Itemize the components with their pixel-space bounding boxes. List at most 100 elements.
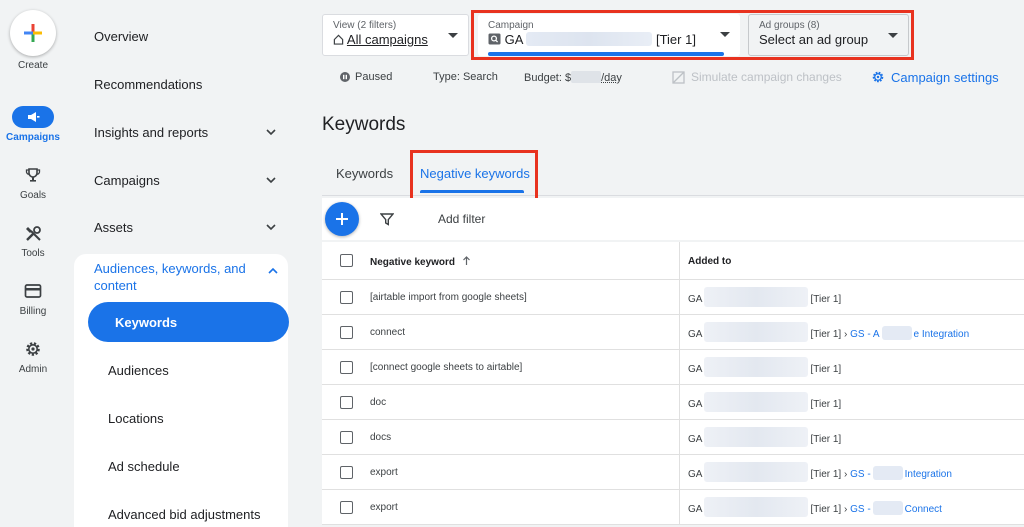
column-header-negative-keyword[interactable]: Negative keyword [370, 256, 471, 268]
table-row[interactable]: doc GA [Tier 1] [322, 385, 1024, 420]
nav-audiences-keywords-content[interactable]: Audiences, keywords, and content [94, 260, 280, 294]
added-to-tier: [Tier 1] [810, 294, 842, 306]
negative-keyword-cell[interactable]: export [370, 467, 398, 478]
caret-down-icon [448, 33, 458, 38]
rail-goals[interactable]: Goals [0, 164, 66, 201]
redacted-campaign-name [704, 357, 809, 377]
plus-icon [336, 213, 348, 225]
negative-keyword-cell[interactable]: doc [370, 397, 386, 408]
table-row[interactable]: [connect google sheets to airtable] GA [Ti… [322, 350, 1024, 385]
added-to-cell: GA [Tier 1] › GS - A e Integration [688, 322, 970, 342]
redacted-campaign-name [704, 392, 809, 412]
highlight-box-selectors [471, 10, 914, 60]
redacted-ad-group-name [872, 501, 903, 515]
view-selector[interactable]: View (2 filters) All campaigns [322, 14, 469, 56]
megaphone-icon [28, 112, 40, 122]
negative-keyword-cell[interactable]: export [370, 502, 398, 513]
rail-billing[interactable]: Billing [0, 280, 66, 317]
budget-prefix: Budget: $ [524, 71, 572, 84]
view-selector-label: View (2 filters) [333, 20, 397, 31]
campaigns-pill[interactable] [12, 106, 54, 128]
nav-audiences-label-line2: content [94, 278, 137, 293]
table-row[interactable]: export GA [Tier 1] › GS - Connect [322, 490, 1024, 525]
added-to-prefix: GA [688, 399, 703, 411]
negative-keywords-table: Negative keyword Added to [airtable impo… [322, 242, 1024, 525]
table-header-row: Negative keyword Added to [322, 242, 1024, 280]
rail-campaigns[interactable]: Campaigns [0, 106, 66, 143]
rail-create[interactable]: Create [0, 10, 66, 71]
subnav-ad-schedule[interactable]: Ad schedule [108, 446, 278, 486]
added-to-cell: GA [Tier 1] › GS - Connect [688, 497, 942, 517]
negative-keyword-cell[interactable]: [connect google sheets to airtable] [370, 362, 522, 373]
simulate-campaign-changes[interactable]: Simulate campaign changes [672, 70, 842, 84]
added-to-tier: [Tier 1] [810, 434, 842, 446]
add-filter-button[interactable]: Add filter [438, 212, 485, 226]
redacted-campaign-name [704, 497, 809, 517]
row-checkbox[interactable] [340, 361, 353, 374]
subnav-advanced-bid[interactable]: Advanced bid adjustments [108, 494, 278, 527]
subnav-ad-schedule-label: Ad schedule [108, 458, 180, 474]
nav-recommendations[interactable]: Recommendations [94, 64, 278, 104]
column-separator [679, 490, 680, 524]
added-to-prefix: GA [688, 469, 703, 481]
ad-group-link-end: e Integration [913, 329, 970, 341]
added-to-tier: [Tier 1] [810, 329, 842, 341]
negative-keyword-cell[interactable]: connect [370, 327, 405, 338]
table-row[interactable]: docs GA [Tier 1] [322, 420, 1024, 455]
sort-arrow-up-icon [462, 256, 470, 265]
rail-goals-label: Goals [19, 190, 47, 201]
negative-keyword-cell[interactable]: docs [370, 432, 391, 443]
tab-keywords[interactable]: Keywords [336, 166, 393, 181]
rail-tools[interactable]: Tools [0, 222, 66, 259]
column-separator [679, 242, 680, 279]
nav-campaigns[interactable]: Campaigns [94, 160, 278, 200]
nav-recommendations-label: Recommendations [94, 76, 203, 92]
select-all-checkbox[interactable] [340, 254, 353, 267]
ad-group-link[interactable]: GS - Integration [850, 466, 952, 481]
keyword-tabs: Keywords Negative keywords [322, 150, 1024, 201]
subnav-keywords[interactable]: Keywords [88, 302, 289, 342]
ad-group-link[interactable]: GS - A e Integration [850, 326, 970, 341]
added-to-prefix: GA [688, 434, 703, 446]
breadcrumb-separator: › [841, 329, 851, 341]
nav-insights-label: Insights and reports [94, 124, 209, 140]
column-header-added-to[interactable]: Added to [688, 256, 731, 267]
row-checkbox[interactable] [340, 466, 353, 479]
row-checkbox[interactable] [340, 291, 353, 304]
added-to-prefix: GA [688, 329, 703, 341]
ad-group-link-end: Integration [904, 469, 952, 481]
rail-campaigns-label: Campaigns [6, 132, 60, 143]
column-separator [679, 455, 680, 489]
table-toolbar: Add filter [322, 198, 1024, 240]
redacted-campaign-name [704, 462, 809, 482]
table-row[interactable]: connect GA [Tier 1] › GS - A e Integration [322, 315, 1024, 350]
rail-admin[interactable]: Admin [0, 338, 66, 375]
row-checkbox[interactable] [340, 431, 353, 444]
subnav-locations[interactable]: Locations [108, 398, 278, 438]
added-to-tier: [Tier 1] [810, 364, 842, 376]
nav-overview[interactable]: Overview [94, 16, 278, 56]
ad-group-link-start: GS - [850, 469, 871, 481]
table-row[interactable]: [airtable import from google sheets] GA [T… [322, 280, 1024, 315]
row-checkbox[interactable] [340, 396, 353, 409]
subnav-audiences[interactable]: Audiences [108, 350, 278, 390]
left-rail: Create Campaigns Goals Tools Billing Adm… [0, 0, 66, 527]
rail-billing-label: Billing [19, 306, 47, 317]
subnav-locations-label: Locations [108, 410, 164, 426]
nav-assets-label: Assets [94, 219, 134, 235]
column-separator [679, 280, 680, 314]
table-row[interactable]: export GA [Tier 1] › GS - Integration [322, 455, 1024, 490]
ad-group-link[interactable]: GS - Connect [850, 501, 942, 515]
add-negative-keyword-button[interactable] [325, 202, 359, 236]
nav-assets[interactable]: Assets [94, 207, 278, 247]
simulate-icon [672, 70, 685, 84]
row-checkbox[interactable] [340, 501, 353, 514]
column-header-negative-keyword-label: Negative keyword [370, 257, 456, 268]
row-checkbox[interactable] [340, 326, 353, 339]
nav-insights[interactable]: Insights and reports [94, 112, 278, 152]
breadcrumb-separator: › [841, 469, 851, 481]
create-button[interactable] [10, 10, 56, 56]
campaign-settings-link[interactable]: Campaign settings [871, 70, 999, 85]
negative-keyword-cell[interactable]: [airtable import from google sheets] [370, 292, 527, 303]
filter-icon[interactable] [380, 212, 394, 226]
